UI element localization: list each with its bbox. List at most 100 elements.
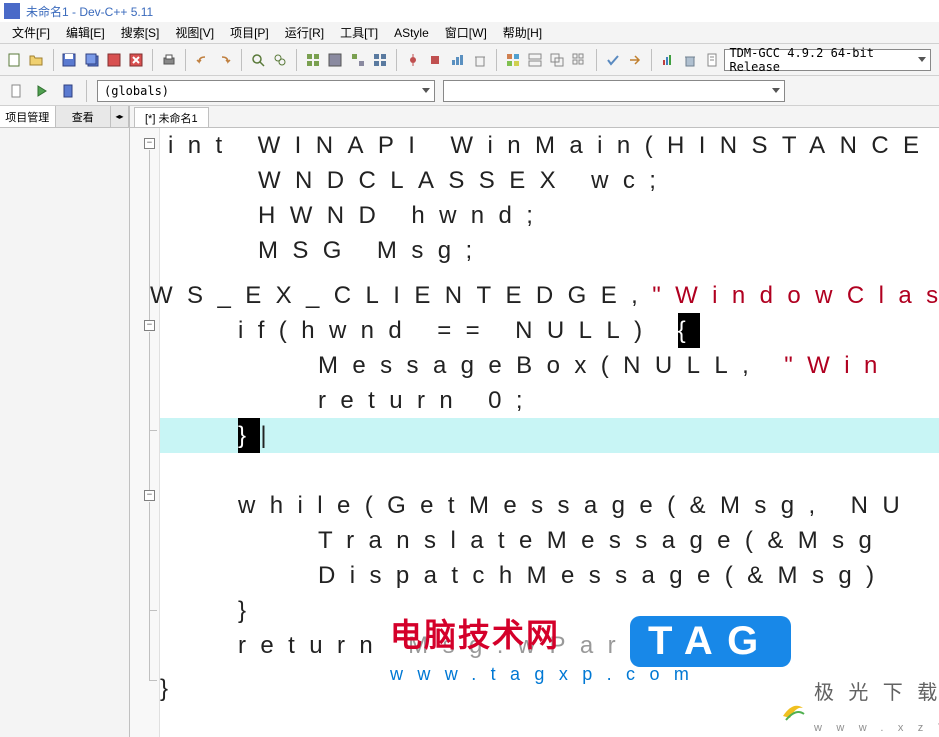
trash-button[interactable] xyxy=(680,48,700,72)
compile-run-button[interactable] xyxy=(347,48,367,72)
profile-button[interactable] xyxy=(447,48,467,72)
sidebar: 项目管理 查看 ◂▸ xyxy=(0,106,130,737)
menubar: 文件[F] 编辑[E] 搜索[S] 视图[V] 项目[P] 运行[R] 工具[T… xyxy=(0,22,939,44)
watermark-jiguang-overlay: 极光下载站 www.xz7.com xyxy=(778,676,939,737)
separator xyxy=(152,49,153,71)
toolbar-main: TDM-GCC 4.9.2 64-bit Release xyxy=(0,44,939,76)
compile-button[interactable] xyxy=(303,48,323,72)
toggle-bookmark-button[interactable] xyxy=(56,79,80,103)
separator xyxy=(651,49,652,71)
code-line: return 0; xyxy=(318,383,537,418)
compiler-value: TDM-GCC 4.9.2 64-bit Release xyxy=(729,46,918,74)
menu-tools[interactable]: 工具[T] xyxy=(332,24,386,41)
main-area: 项目管理 查看 ◂▸ [*] 未命名1 − − − in xyxy=(0,106,939,737)
menu-edit[interactable]: 编辑[E] xyxy=(58,24,113,41)
code-line: if(hwnd == NULL) { xyxy=(238,313,700,348)
separator xyxy=(496,49,497,71)
gutter: − − − xyxy=(130,128,160,737)
fold-toggle[interactable]: − xyxy=(144,138,155,149)
code-line: } xyxy=(238,593,260,628)
scope-selector[interactable]: (globals) xyxy=(97,80,435,102)
next-bookmark-button[interactable] xyxy=(30,79,54,103)
menu-astyle[interactable]: AStyle xyxy=(386,26,437,40)
redo-button[interactable] xyxy=(214,48,234,72)
brace-match: } xyxy=(238,418,260,453)
jiguang-icon xyxy=(778,696,808,726)
separator xyxy=(86,80,87,102)
document-tab[interactable]: [*] 未命名1 xyxy=(134,107,209,127)
separator xyxy=(296,49,297,71)
code-line: WNDCLASSEX wc; xyxy=(258,163,670,198)
code-line: DispatchMessage(&Msg) xyxy=(318,558,889,593)
chevron-down-icon xyxy=(918,57,926,62)
replace-button[interactable] xyxy=(270,48,290,72)
stop-button[interactable] xyxy=(425,48,445,72)
code-lines[interactable]: int WINAPI WinMain(HINSTANCE WNDCLASSEX … xyxy=(160,128,939,737)
scope-value: (globals) xyxy=(104,84,169,98)
sidebar-tab-view[interactable]: 查看 xyxy=(56,106,112,127)
save-as-button[interactable] xyxy=(104,48,124,72)
code-line: while(GetMessage(&Msg, NU xyxy=(238,488,914,523)
print-button[interactable] xyxy=(159,48,179,72)
code-line: HWND hwnd; xyxy=(258,198,547,233)
watermark-tag-overlay: TAG xyxy=(630,616,791,667)
separator xyxy=(596,49,597,71)
menu-view[interactable]: 视图[V] xyxy=(167,24,222,41)
fold-toggle[interactable]: − xyxy=(144,320,155,331)
find-button[interactable] xyxy=(248,48,268,72)
sidebar-tabs: 项目管理 查看 ◂▸ xyxy=(0,106,129,128)
code-line: int WINAPI WinMain(HINSTANCE xyxy=(168,128,933,163)
code-line: MSG Msg; xyxy=(258,233,487,268)
separator xyxy=(185,49,186,71)
menu-help[interactable]: 帮助[H] xyxy=(495,24,550,41)
check-button[interactable] xyxy=(602,48,622,72)
code-line-current: }| xyxy=(160,418,939,453)
menu-run[interactable]: 运行[R] xyxy=(277,24,332,41)
separator xyxy=(396,49,397,71)
window-button[interactable] xyxy=(569,48,589,72)
code-line: } xyxy=(160,671,182,706)
code-line: MessageBox(NULL, "Win xyxy=(318,348,892,383)
menu-project[interactable]: 项目[P] xyxy=(222,24,277,41)
new-file-button[interactable] xyxy=(4,48,24,72)
save-button[interactable] xyxy=(59,48,79,72)
run-button[interactable] xyxy=(325,48,345,72)
menu-window[interactable]: 窗口[W] xyxy=(437,24,495,41)
code-line: TranslateMessage(&Msg xyxy=(318,523,886,558)
editor-area: [*] 未命名1 − − − int WINAPI WinMain(HINSTA… xyxy=(130,106,939,737)
code-line: WS_EX_CLIENTEDGE,"WindowClass xyxy=(150,278,939,313)
goto-button[interactable] xyxy=(625,48,645,72)
scroll-arrows-icon: ◂▸ xyxy=(115,113,123,121)
member-selector[interactable] xyxy=(443,80,785,102)
menu-file[interactable]: 文件[F] xyxy=(4,24,58,41)
window-tile-v-button[interactable] xyxy=(525,48,545,72)
window-title: 未命名1 - Dev-C++ 5.11 xyxy=(26,3,153,20)
code-editor[interactable]: − − − int WINAPI WinMain(HINSTANCE WNDCL… xyxy=(130,128,939,737)
compiler-selector[interactable]: TDM-GCC 4.9.2 64-bit Release xyxy=(724,49,931,71)
fold-toggle[interactable]: − xyxy=(144,490,155,501)
document-tabs: [*] 未命名1 xyxy=(130,106,939,128)
close-button[interactable] xyxy=(126,48,146,72)
sidebar-tab-scroll[interactable]: ◂▸ xyxy=(111,106,129,127)
window-tile-h-button[interactable] xyxy=(503,48,523,72)
toolbar-scope: (globals) xyxy=(0,76,939,106)
chart-button[interactable] xyxy=(658,48,678,72)
bookmark-button[interactable] xyxy=(4,79,28,103)
brace-match: { xyxy=(678,313,700,348)
sidebar-tab-project[interactable]: 项目管理 xyxy=(0,106,56,127)
titlebar: 未命名1 - Dev-C++ 5.11 xyxy=(0,0,939,22)
doc-button[interactable] xyxy=(702,48,722,72)
menu-search[interactable]: 搜索[S] xyxy=(113,24,168,41)
undo-button[interactable] xyxy=(192,48,212,72)
clean-button[interactable] xyxy=(469,48,489,72)
chevron-down-icon xyxy=(422,88,430,93)
separator xyxy=(53,49,54,71)
separator xyxy=(241,49,242,71)
chevron-down-icon xyxy=(772,88,780,93)
window-cascade-button[interactable] xyxy=(547,48,567,72)
debug-button[interactable] xyxy=(403,48,423,72)
rebuild-button[interactable] xyxy=(370,48,390,72)
save-all-button[interactable] xyxy=(82,48,102,72)
open-button[interactable] xyxy=(26,48,46,72)
app-icon xyxy=(4,3,20,19)
